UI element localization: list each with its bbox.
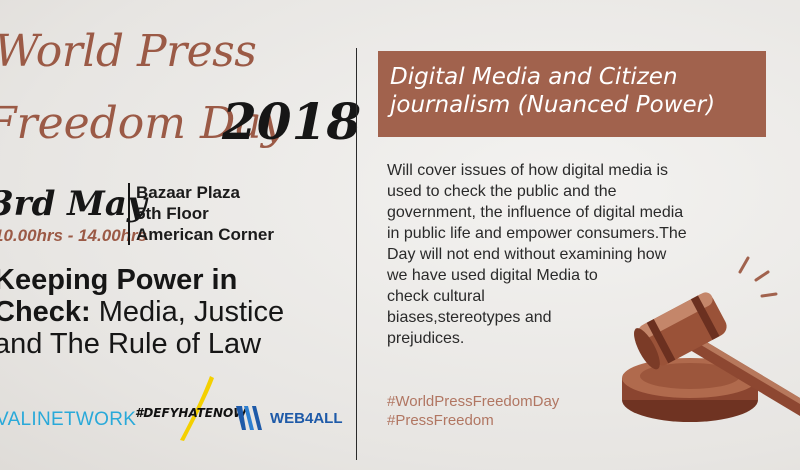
event-venue: Bazaar Plaza 5th Floor American Corner xyxy=(136,182,274,245)
web4all-label: WEB4ALL xyxy=(270,409,343,427)
hashtag: #WorldPressFreedomDay xyxy=(387,393,560,410)
venue-line: American Corner xyxy=(136,225,274,244)
web4all-logo: WEB4ALL xyxy=(236,406,343,430)
hashtag: #PressFreedom xyxy=(387,412,494,429)
theme-text: Keeping Power in Check: Media, Justice a… xyxy=(0,264,284,360)
gavel-icon xyxy=(622,256,800,422)
session-title: Digital Media and Citizen journalism (Nu… xyxy=(390,63,715,119)
theme-bold-part2: Check: xyxy=(0,296,91,328)
theme-rest-line2: Media, Justice xyxy=(90,296,285,328)
theme-bold-line1: Keeping Power in xyxy=(0,264,238,296)
session-title-box: Digital Media and Citizen journalism (Nu… xyxy=(378,51,766,137)
venue-divider xyxy=(128,183,130,245)
venue-line: Bazaar Plaza xyxy=(136,183,240,202)
session-title-line: Digital Media and Citizen xyxy=(390,64,678,90)
description-line: Will cover issues of how digital media i… xyxy=(387,162,668,179)
theme-line3: and The Rule of Law xyxy=(0,328,262,360)
web4all-w-icon xyxy=(236,406,262,430)
banner: World Press Freedom Day 2018 3rd May 10.… xyxy=(0,0,800,470)
vali-network-logo: VALINETWORK xyxy=(0,409,137,430)
sponsor-logos: VALINETWORK #DEFYHATENOW WEB4ALL xyxy=(0,376,360,444)
session-title-line: journalism (Nuanced Power) xyxy=(390,92,716,118)
title-line1: World Press xyxy=(0,26,257,77)
description-line: in public life and empower consumers.The xyxy=(387,225,687,242)
venue-line: 5th Floor xyxy=(136,204,209,223)
description-line: used to check the public and the xyxy=(387,183,617,200)
description-line: government, the influence of digital med… xyxy=(387,204,684,221)
event-time: 10.00hrs - 14.00hrs xyxy=(0,226,148,245)
defyhatenow-logo: #DEFYHATENOW xyxy=(135,406,247,420)
title-year: 2018 xyxy=(222,92,362,151)
hashtags: #WorldPressFreedomDay #PressFreedom xyxy=(387,392,559,430)
column-divider xyxy=(356,48,357,460)
event-date: 3rd May xyxy=(0,184,147,224)
